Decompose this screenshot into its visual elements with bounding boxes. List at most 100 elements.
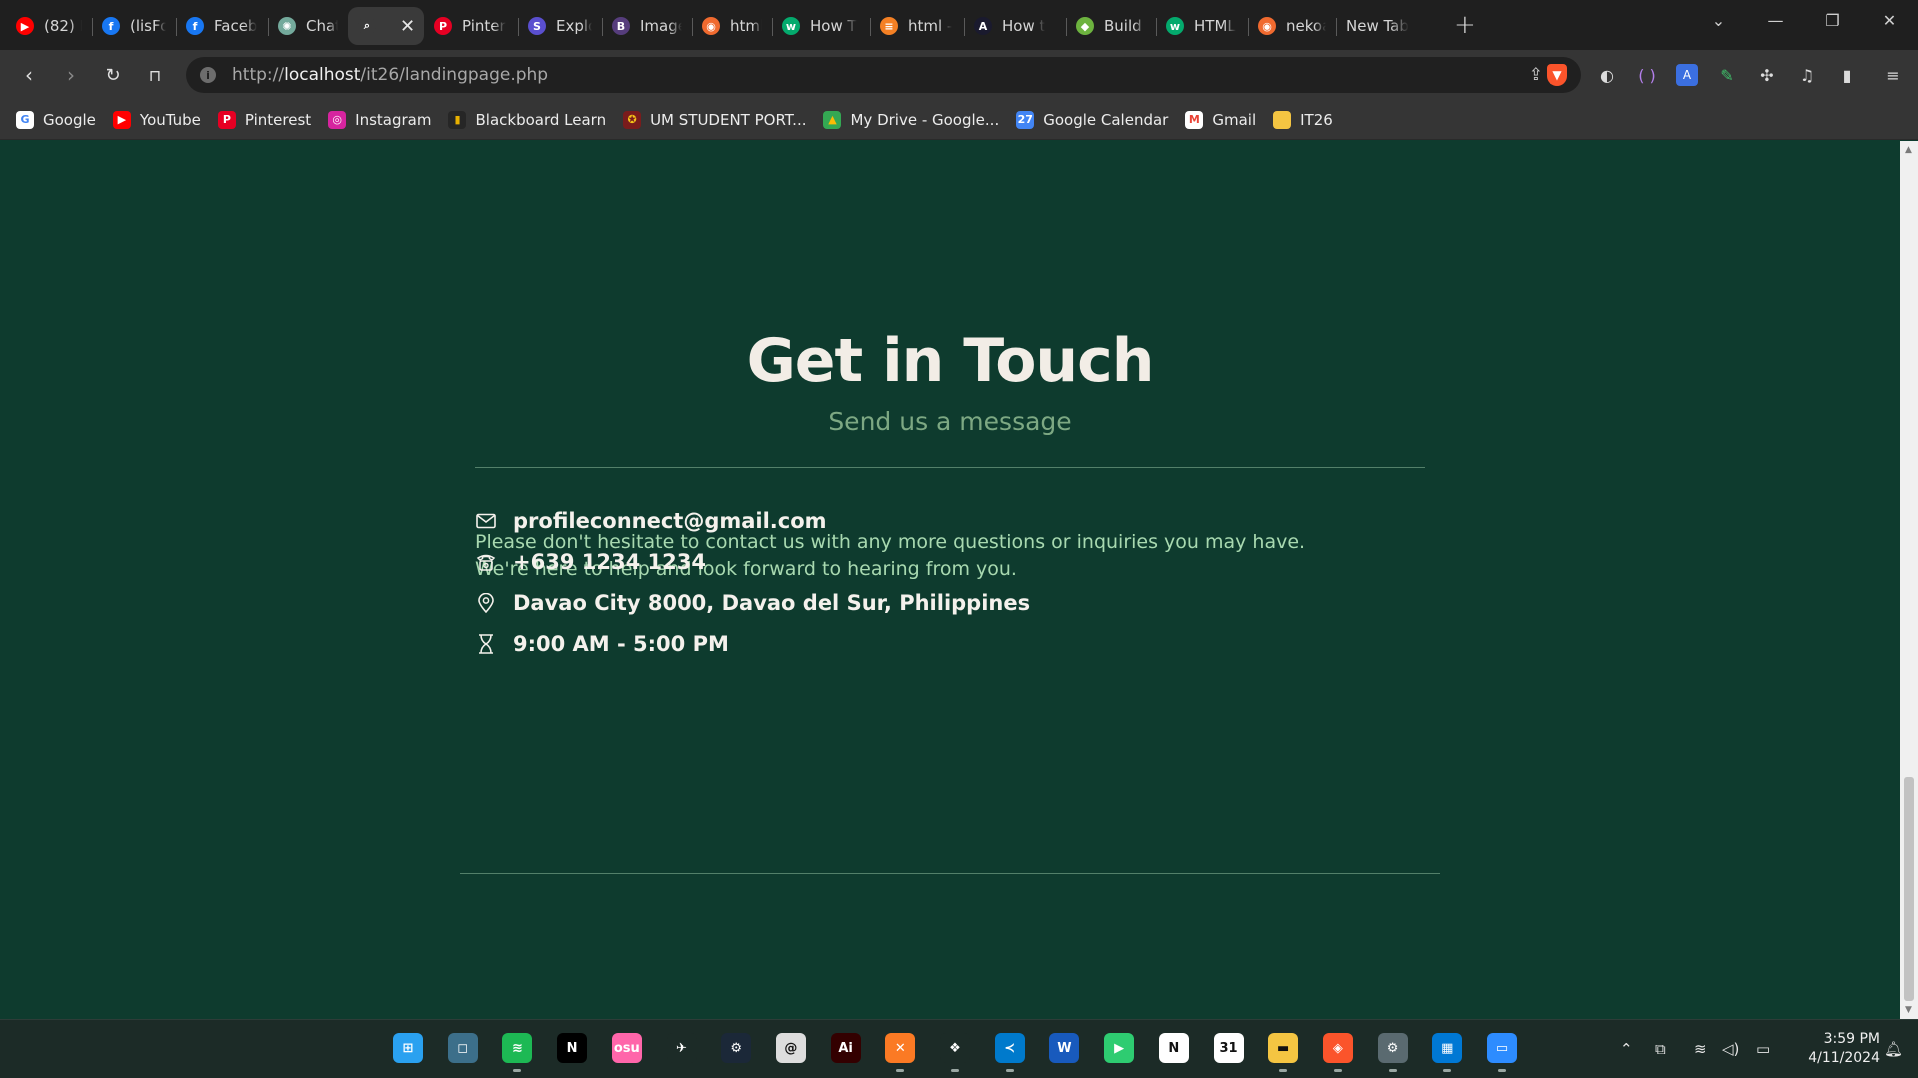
start-icon: ⊞ bbox=[402, 1040, 414, 1056]
spotify-app[interactable]: ≋ bbox=[502, 1033, 533, 1072]
extensions-puzzle-icon[interactable]: ✣ bbox=[1756, 64, 1778, 86]
bird-app[interactable]: ✈ bbox=[666, 1033, 697, 1063]
section-divider bbox=[475, 467, 1425, 468]
bookmark-button[interactable]: ⊓ bbox=[134, 66, 176, 85]
notion-icon: N bbox=[1168, 1040, 1180, 1056]
page-scrollbar[interactable]: ▲ ▼ bbox=[1900, 141, 1918, 1019]
contact-hours-text: 9:00 AM - 5:00 PM bbox=[513, 632, 729, 656]
project-icon: ⌕ bbox=[358, 17, 376, 35]
tab-2[interactable]: f (lisFou bbox=[92, 7, 176, 45]
osu-app[interactable]: osu bbox=[611, 1033, 642, 1063]
pen-extension-icon[interactable]: ✎ bbox=[1716, 64, 1738, 86]
tab-13[interactable]: ◆ Build a bbox=[1066, 7, 1156, 45]
bookmarks-bar: G Google ▶ YouTube P Pinterest ◎ Instagram ▮ Blac… bbox=[0, 100, 1918, 140]
close-window-button[interactable]: ✕ bbox=[1861, 11, 1918, 30]
notification-bell-icon[interactable]: 🔔︎ bbox=[1884, 1040, 1903, 1058]
forward-button[interactable]: › bbox=[50, 63, 92, 87]
bookmark-google[interactable]: G Google bbox=[16, 110, 96, 129]
tab-14[interactable]: w HTML bbox=[1156, 7, 1248, 45]
bookmark-pinterest[interactable]: P Pinterest bbox=[217, 110, 311, 129]
figma-app[interactable]: ❖ bbox=[940, 1033, 970, 1072]
settings-app[interactable]: ⚙ bbox=[1377, 1033, 1408, 1072]
dark-reader-extension-icon[interactable]: ◐ bbox=[1596, 64, 1618, 86]
url-scheme: http:// bbox=[232, 65, 285, 85]
tab-11[interactable]: ≡ html - bbox=[870, 7, 964, 45]
tab-3[interactable]: f Faceb bbox=[176, 7, 268, 45]
xampp-app[interactable]: ✕ bbox=[885, 1033, 916, 1072]
tab-4[interactable]: ✺ ChatG bbox=[268, 7, 348, 45]
system-clock[interactable]: 3:59 PM 4/11/2024 bbox=[1790, 1030, 1880, 1068]
tab-5[interactable]: ⌕Pr✕ bbox=[348, 7, 424, 45]
volume-icon[interactable]: ◁) bbox=[1722, 1040, 1739, 1058]
illustrator-app[interactable]: Ai bbox=[830, 1033, 861, 1063]
bookmark-it26[interactable]: IT26 bbox=[1273, 110, 1333, 129]
tab-15[interactable]: ◉ nekoa bbox=[1248, 7, 1336, 45]
store-app[interactable]: ▦ bbox=[1432, 1033, 1463, 1072]
minimize-button[interactable]: — bbox=[1747, 11, 1804, 30]
tab-7[interactable]: S Explor bbox=[518, 7, 602, 45]
sidebar-toggle-icon[interactable]: ▮ bbox=[1836, 64, 1858, 86]
back-button[interactable]: ‹ bbox=[8, 63, 50, 87]
brave-shields-icon[interactable]: ▼ bbox=[1547, 64, 1567, 86]
contact-phone-text[interactable]: +639 1234 1234 bbox=[513, 550, 706, 574]
bookmark-instagram[interactable]: ◎ Instagram bbox=[328, 110, 431, 129]
address-bar[interactable]: i http://localhost/it26/landingpage.php … bbox=[186, 57, 1581, 93]
close-tab-icon[interactable]: ✕ bbox=[400, 16, 415, 37]
brave-app[interactable]: ◈ bbox=[1310, 1024, 1365, 1072]
menu-hamburger-icon[interactable]: ≡ bbox=[1882, 64, 1904, 86]
hourglass-icon bbox=[475, 633, 497, 655]
facebook-icon: f bbox=[102, 17, 120, 35]
notion-app[interactable]: N bbox=[1158, 1033, 1189, 1063]
scroll-up-arrow-icon[interactable]: ▲ bbox=[1905, 145, 1912, 155]
tab-16[interactable]: New Tab bbox=[1336, 7, 1436, 45]
restore-button[interactable]: ❐ bbox=[1804, 11, 1861, 30]
word-app[interactable]: W bbox=[1049, 1033, 1080, 1063]
vscode-app[interactable]: ≺ bbox=[994, 1033, 1025, 1072]
bookmark-gmail[interactable]: M Gmail bbox=[1185, 110, 1256, 129]
wifi-icon[interactable]: ≋ bbox=[1694, 1040, 1707, 1058]
tab-search-chevron-icon[interactable]: ⌄ bbox=[1690, 11, 1747, 30]
tab-12[interactable]: A How t bbox=[964, 7, 1066, 45]
start-button[interactable]: ⊞ bbox=[393, 1033, 423, 1063]
tab-10[interactable]: w How T bbox=[772, 7, 870, 45]
bookmark-youtube[interactable]: ▶ YouTube bbox=[112, 110, 201, 129]
tab-8[interactable]: B Image bbox=[602, 7, 692, 45]
tab-1[interactable]: ▶ (82) IR bbox=[6, 7, 92, 45]
tab-label: Image bbox=[640, 17, 682, 35]
translate-extension-icon[interactable]: A bbox=[1676, 64, 1698, 86]
new-tab-button[interactable]: + bbox=[1454, 10, 1476, 40]
contact-email[interactable]: profileconnect@gmail.com bbox=[475, 509, 827, 533]
scroll-down-arrow-icon[interactable]: ▼ bbox=[1905, 1005, 1912, 1015]
bookmark-blackboard-learn[interactable]: ▮ Blackboard Learn bbox=[448, 110, 606, 129]
zoom-app[interactable]: ▭ bbox=[1487, 1033, 1517, 1072]
play-icon: ▶ bbox=[1114, 1040, 1125, 1056]
contact-email-text[interactable]: profileconnect@gmail.com bbox=[513, 509, 827, 533]
share-icon[interactable]: ⇪ bbox=[1529, 65, 1543, 85]
bookmark-google-calendar[interactable]: 27 Google Calendar bbox=[1016, 110, 1168, 129]
tab-6[interactable]: P Pinter bbox=[424, 7, 518, 45]
xampp-icon: ✕ bbox=[894, 1040, 906, 1056]
site-info-icon[interactable]: i bbox=[200, 67, 216, 83]
netflix-app[interactable]: N bbox=[557, 1033, 588, 1063]
file-explorer-app[interactable]: ▬ bbox=[1268, 1033, 1299, 1072]
search-app[interactable]: ◻ bbox=[447, 1033, 478, 1063]
reload-button[interactable]: ↻ bbox=[92, 65, 134, 86]
steam-app[interactable]: ⚙ bbox=[721, 1033, 752, 1063]
clock-date: 4/11/2024 bbox=[1808, 1050, 1880, 1066]
media-music-icon[interactable]: ♫ bbox=[1796, 64, 1818, 86]
bookmark-label: Google bbox=[43, 110, 96, 129]
spiral-app[interactable]: @ bbox=[775, 1033, 806, 1063]
brackets-extension-icon[interactable]: ( ) bbox=[1636, 64, 1658, 86]
play-app[interactable]: ▶ bbox=[1104, 1033, 1135, 1063]
cast-icon[interactable]: ⧉ bbox=[1655, 1040, 1666, 1058]
calendar-app[interactable]: 31 bbox=[1213, 1033, 1244, 1063]
tab-9[interactable]: ◉ html r bbox=[692, 7, 772, 45]
show-hidden-icons-chevron-icon[interactable]: ⌃ bbox=[1620, 1040, 1633, 1058]
stackoverflow-icon: ≡ bbox=[880, 17, 898, 35]
bookmark-my-drive-google[interactable]: ▲ My Drive - Google... bbox=[823, 110, 999, 129]
battery-icon[interactable]: ▭ bbox=[1756, 1040, 1770, 1058]
scrollbar-thumb[interactable] bbox=[1904, 777, 1914, 1001]
url-text[interactable]: http://localhost/it26/landingpage.php bbox=[232, 65, 548, 85]
bookmark-um-student-port[interactable]: ✪ UM STUDENT PORT... bbox=[623, 110, 806, 129]
contact-phone[interactable]: +639 1234 1234 bbox=[475, 550, 706, 574]
